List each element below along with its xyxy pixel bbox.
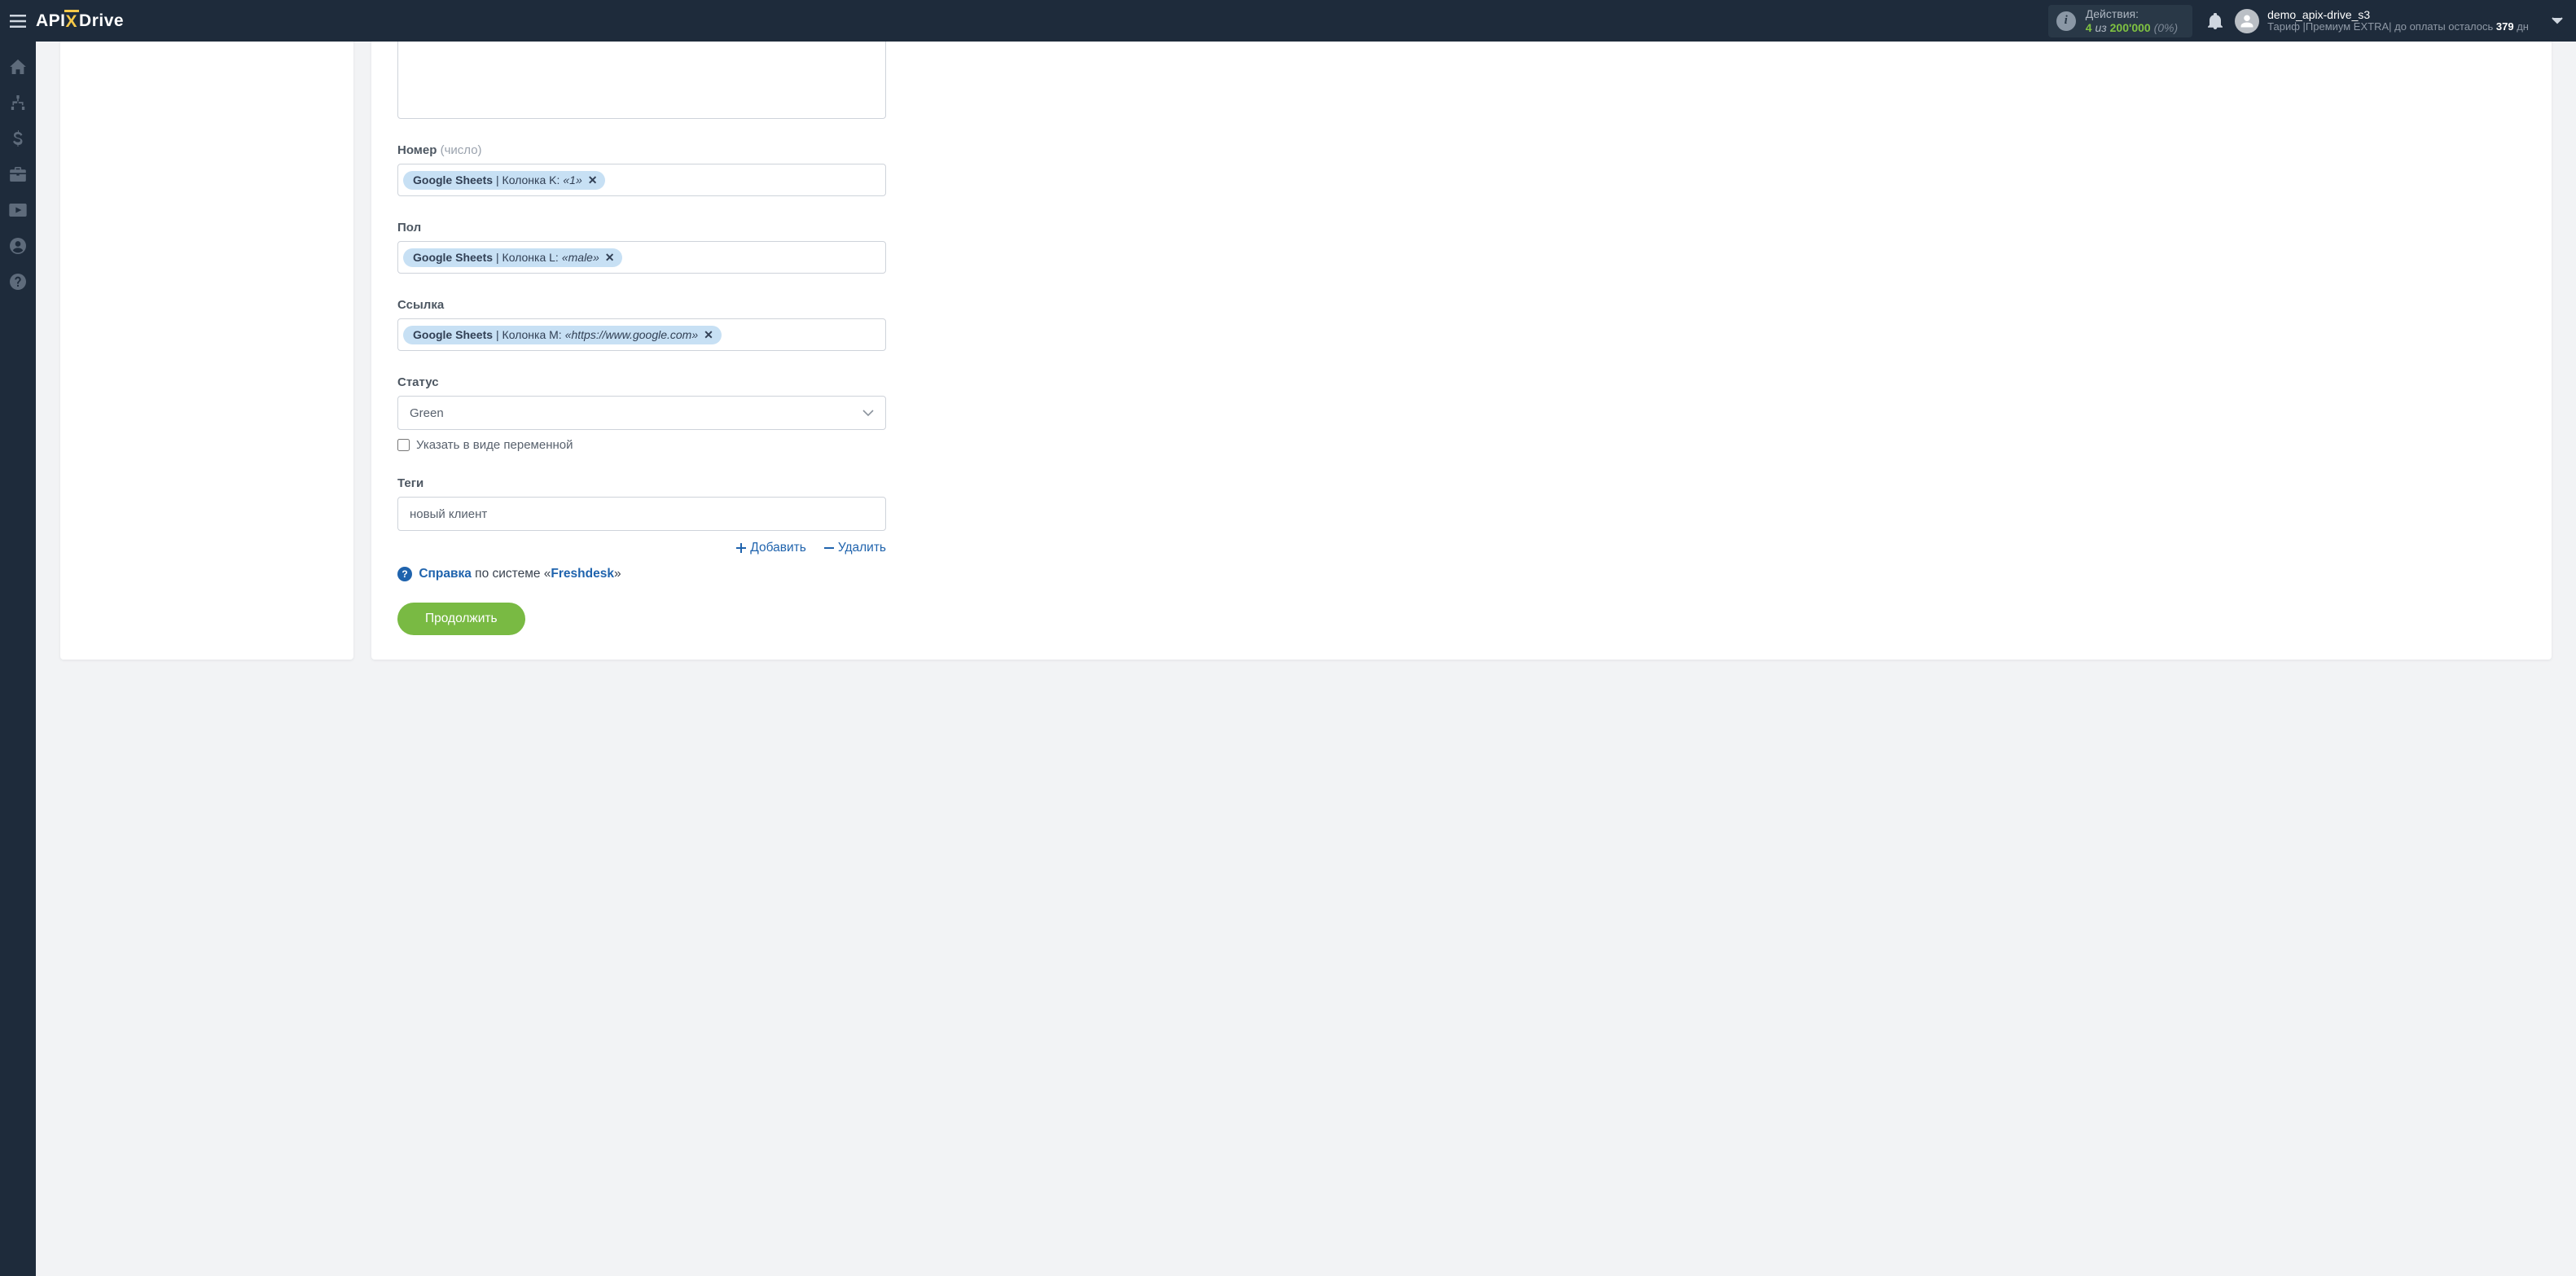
tags-label: Теги xyxy=(397,476,423,490)
sidebar-connections[interactable] xyxy=(0,87,36,118)
dollar-icon xyxy=(13,130,23,147)
tariff-name: Премиум EXTRA xyxy=(2306,20,2389,33)
workspace: Номер (число) Google Sheets | Колонка K:… xyxy=(36,42,2576,1276)
number-token-remove[interactable]: ✕ xyxy=(588,173,598,187)
link-token[interactable]: Google Sheets | Колонка M: «https://www.… xyxy=(403,326,722,344)
textarea-above[interactable] xyxy=(397,42,886,119)
sidebar xyxy=(0,42,36,1276)
actions-title: Действия: xyxy=(2086,7,2178,21)
sitemap-icon xyxy=(10,95,26,110)
link-input[interactable]: Google Sheets | Колонка M: «https://www.… xyxy=(397,318,886,351)
notifications-button[interactable] xyxy=(2202,13,2228,29)
number-token[interactable]: Google Sheets | Колонка K: «1» ✕ xyxy=(403,171,605,190)
status-selected: Green xyxy=(410,406,444,420)
logo[interactable]: API X Drive xyxy=(36,11,124,31)
status-variable-label: Указать в виде переменной xyxy=(416,438,573,452)
user-menu[interactable]: demo_apix-drive_s3 Тариф |Премиум EXTRA|… xyxy=(2235,8,2569,33)
continue-button[interactable]: Продолжить xyxy=(397,603,525,635)
hamburger-icon xyxy=(10,15,26,28)
sidebar-home[interactable] xyxy=(0,51,36,82)
help-system-link[interactable]: Freshdesk xyxy=(551,567,614,581)
briefcase-icon xyxy=(10,167,26,182)
question-circle-icon xyxy=(10,274,26,290)
user-name: demo_apix-drive_s3 xyxy=(2267,8,2529,21)
actions-of: из xyxy=(2095,21,2106,34)
status-select[interactable]: Green xyxy=(397,396,886,430)
link-token-value: «https://www.google.com» xyxy=(565,328,698,341)
logo-text-api: API xyxy=(36,11,66,31)
add-tag-button[interactable]: Добавить xyxy=(736,541,806,555)
avatar xyxy=(2235,9,2259,33)
youtube-icon xyxy=(9,204,27,217)
status-label: Статус xyxy=(397,375,439,389)
number-hint: (число) xyxy=(441,143,482,157)
user-circle-icon xyxy=(10,238,26,254)
field-link: Ссылка Google Sheets | Колонка M: «https… xyxy=(397,298,2526,351)
status-variable-checkbox-row[interactable]: Указать в виде переменной xyxy=(397,438,2526,452)
tags-input[interactable] xyxy=(397,497,886,531)
gender-token[interactable]: Google Sheets | Колонка L: «male» ✕ xyxy=(403,248,622,267)
user-icon xyxy=(2240,14,2254,29)
plus-icon xyxy=(736,543,746,553)
user-menu-caret[interactable] xyxy=(2552,17,2563,25)
actions-percent: (0%) xyxy=(2154,21,2179,34)
tags-row-actions: Добавить Удалить xyxy=(397,541,886,555)
link-token-source: Google Sheets xyxy=(413,328,493,341)
sidebar-video[interactable] xyxy=(0,195,36,226)
link-token-column: | Колонка M: xyxy=(496,328,562,341)
sidebar-briefcase[interactable] xyxy=(0,159,36,190)
user-text: demo_apix-drive_s3 Тариф |Премиум EXTRA|… xyxy=(2267,8,2529,33)
number-token-value: «1» xyxy=(563,173,581,186)
gender-token-source: Google Sheets xyxy=(413,251,493,264)
actions-used: 4 xyxy=(2086,21,2092,34)
number-input[interactable]: Google Sheets | Колонка K: «1» ✕ xyxy=(397,164,886,196)
help-link[interactable]: Справка xyxy=(419,567,472,581)
remaining-days: 379 xyxy=(2496,20,2514,33)
help-end: » xyxy=(614,567,621,581)
link-label: Ссылка xyxy=(397,298,444,312)
field-gender: Пол Google Sheets | Колонка L: «male» ✕ xyxy=(397,221,2526,274)
actions-limit: 200'000 xyxy=(2110,21,2151,34)
chevron-down-icon xyxy=(2552,17,2563,25)
remaining-prefix: до оплаты осталось xyxy=(2392,20,2496,33)
sidebar-help[interactable] xyxy=(0,266,36,297)
logo-text-x: X xyxy=(66,12,78,32)
sidebar-account[interactable] xyxy=(0,230,36,261)
minus-icon xyxy=(824,546,834,550)
remove-tag-button[interactable]: Удалить xyxy=(824,541,886,555)
gender-token-remove[interactable]: ✕ xyxy=(605,251,615,265)
status-variable-checkbox[interactable] xyxy=(397,439,410,451)
link-token-remove[interactable]: ✕ xyxy=(704,328,713,342)
menu-toggle[interactable] xyxy=(0,0,36,42)
help-icon: ? xyxy=(397,567,412,581)
actions-usage-text: Действия: 4 из 200'000 (0%) xyxy=(2086,7,2178,35)
gender-token-value: «male» xyxy=(562,251,599,264)
number-label: Номер xyxy=(397,143,437,157)
gender-label: Пол xyxy=(397,221,421,235)
chevron-down-icon xyxy=(862,410,874,417)
gender-token-column: | Колонка L: xyxy=(496,251,559,264)
help-row: ? Справка по системе «Freshdesk» xyxy=(397,567,2526,581)
field-tags: Теги Добавить Удалить xyxy=(397,476,2526,555)
remove-tag-label: Удалить xyxy=(838,541,886,555)
field-status: Статус Green Указать в виде переменной xyxy=(397,375,2526,452)
info-icon: i xyxy=(2056,11,2076,31)
remaining-unit: дн xyxy=(2514,20,2529,33)
logo-text-drive: Drive xyxy=(79,11,124,31)
topbar: API X Drive i Действия: 4 из 200'000 (0%… xyxy=(0,0,2576,42)
home-icon xyxy=(10,59,26,74)
tariff-prefix: Тариф | xyxy=(2267,20,2306,33)
add-tag-label: Добавить xyxy=(750,541,806,555)
number-token-source: Google Sheets xyxy=(413,173,493,186)
sidebar-billing[interactable] xyxy=(0,123,36,154)
main-panel: Номер (число) Google Sheets | Колонка K:… xyxy=(371,42,2552,660)
help-middle: по системе « xyxy=(472,567,551,581)
actions-usage-panel[interactable]: i Действия: 4 из 200'000 (0%) xyxy=(2048,5,2192,37)
left-panel xyxy=(60,42,353,660)
field-number: Номер (число) Google Sheets | Колонка K:… xyxy=(397,143,2526,196)
gender-input[interactable]: Google Sheets | Колонка L: «male» ✕ xyxy=(397,241,886,274)
number-token-column: | Колонка K: xyxy=(496,173,560,186)
bell-icon xyxy=(2208,13,2223,29)
